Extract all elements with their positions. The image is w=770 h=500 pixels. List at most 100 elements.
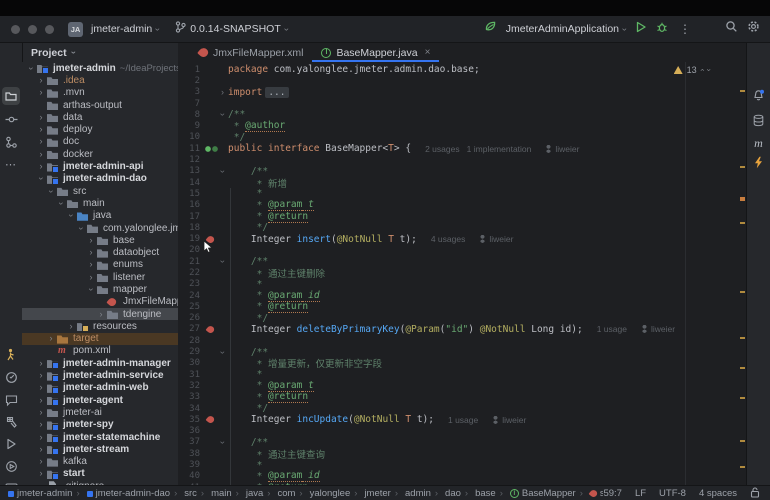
code-line[interactable]: 28 [178, 335, 746, 346]
tree-item[interactable]: jmeter-stream [22, 443, 178, 455]
tree-chevron-icon[interactable] [36, 125, 46, 134]
fold-icon[interactable] [217, 88, 228, 97]
tree-chevron-icon[interactable] [36, 113, 46, 122]
tree-item[interactable]: jmeter-admin-service [22, 369, 178, 381]
code-line[interactable]: 14 * 新增 [178, 177, 746, 188]
search-everywhere-button[interactable] [725, 20, 738, 38]
code-line[interactable]: 23 * [178, 279, 746, 290]
zoom-window-button[interactable] [45, 25, 54, 34]
tree-chevron-icon[interactable] [36, 420, 46, 429]
tree-item[interactable]: .idea [22, 74, 178, 86]
tree-chevron-icon[interactable] [57, 198, 66, 208]
tree-item[interactable]: jmeter-admin-web [22, 382, 178, 394]
tree-item[interactable]: jmeter-admin ~/IdeaProjects/jmeter-ad [22, 62, 178, 74]
commit-tool-icon[interactable] [4, 112, 18, 126]
tree-item[interactable]: jmeter-ai [22, 406, 178, 418]
tree-item[interactable]: start [22, 468, 178, 480]
tree-item[interactable]: com.yalonglee.jmeter.ad [22, 222, 178, 234]
tree-chevron-icon[interactable] [36, 457, 46, 466]
tree-chevron-icon[interactable] [36, 150, 46, 159]
tree-item[interactable]: jmeter-admin-manager [22, 357, 178, 369]
tree-item[interactable]: docker [22, 148, 178, 160]
tree-item[interactable]: java [22, 210, 178, 222]
fold-icon[interactable] [218, 166, 227, 177]
close-window-button[interactable] [11, 25, 20, 34]
tree-item[interactable]: jmeter-admin-dao [22, 173, 178, 185]
profiler-icon[interactable] [4, 370, 18, 384]
fold-icon[interactable] [218, 347, 227, 358]
close-tab-icon[interactable]: × [425, 47, 431, 58]
code-line[interactable]: 1 package com.yalonglee.jmeter.admin.dao… [178, 64, 746, 75]
breadcrumb-item[interactable]: yalonglee [299, 488, 350, 499]
author-inlay-hint[interactable]: liweier [641, 324, 675, 334]
more-actions-button[interactable]: ⋮ [677, 23, 693, 35]
code-line[interactable]: 32 * @param t [178, 380, 746, 391]
tree-item[interactable]: arthas-output [22, 99, 178, 111]
lock-icon[interactable] [750, 487, 760, 500]
tree-chevron-icon[interactable] [86, 248, 96, 257]
code-line[interactable]: 36 [178, 426, 746, 437]
code-line[interactable]: 38 * 通过主键查询 [178, 448, 746, 459]
code-line[interactable]: 7 [178, 98, 746, 109]
code-line[interactable]: 31 * [178, 369, 746, 380]
run-tool-icon[interactable] [4, 437, 18, 451]
breadcrumb-item[interactable]: java [236, 488, 264, 499]
tree-chevron-icon[interactable] [86, 236, 96, 245]
tree-chevron-icon[interactable] [96, 310, 106, 319]
tree-chevron-icon[interactable] [67, 211, 76, 221]
fold-icon[interactable] [218, 109, 227, 120]
code-line[interactable]: 19 Integer insert(@NotNull T t); 4 usage… [178, 233, 746, 244]
code-line[interactable]: 11 public interface BaseMapper<T> { 2 us… [178, 143, 746, 154]
code-line[interactable]: 35 Integer incUpdate(@NotNull T t); 1 us… [178, 414, 746, 425]
tree-chevron-icon[interactable] [36, 88, 46, 97]
code-line[interactable]: 33 * @return [178, 392, 746, 403]
minimize-window-button[interactable] [28, 25, 37, 34]
tree-chevron-icon[interactable] [77, 223, 86, 233]
breadcrumb-item[interactable]: base [465, 488, 496, 499]
tree-chevron-icon[interactable] [86, 273, 96, 282]
tree-item[interactable]: pom.xml [22, 345, 178, 357]
tree-chevron-icon[interactable] [27, 63, 36, 73]
tree-item[interactable]: target [22, 333, 178, 345]
code-line[interactable]: 9 * @author [178, 120, 746, 131]
line-separator[interactable]: LF [635, 488, 646, 499]
breadcrumb-item[interactable]: jmeter-admin [8, 488, 72, 499]
editor-tab[interactable]: BaseMapper.java × [312, 43, 439, 62]
code-line[interactable]: 17 * @return [178, 211, 746, 222]
breadcrumb-item[interactable]: BaseMapper [500, 488, 576, 499]
code-line[interactable]: 16 * @param t [178, 200, 746, 211]
tree-chevron-icon[interactable] [36, 445, 46, 454]
project-tool-window-header[interactable]: Project [22, 43, 178, 62]
code-line[interactable]: 27 Integer deleteByPrimaryKey(@Param("id… [178, 324, 746, 335]
tree-item[interactable]: jmeter-admin-api [22, 160, 178, 172]
code-line[interactable]: 25 * @return [178, 301, 746, 312]
tree-item[interactable]: jmeter-spy [22, 419, 178, 431]
tree-item[interactable]: .mvn [22, 87, 178, 99]
tree-chevron-icon[interactable] [47, 186, 56, 196]
code-line[interactable]: 30 * 增量更新，仅更新非空字段 [178, 358, 746, 369]
breadcrumb-item[interactable]: com [267, 488, 295, 499]
comments-icon[interactable] [4, 393, 18, 407]
tree-item[interactable]: mapper [22, 283, 178, 295]
fold-icon[interactable] [218, 437, 227, 448]
build-icon[interactable] [4, 415, 18, 429]
tree-item[interactable]: jmeter-agent [22, 394, 178, 406]
author-inlay-hint[interactable]: liweier [545, 144, 579, 154]
usages-inlay-hint[interactable]: 2 usages 1 implementation [425, 144, 531, 154]
database-icon[interactable] [751, 113, 766, 128]
vcs-widget[interactable]: 0.0.14-SNAPSHOT [190, 23, 287, 35]
tree-chevron-icon[interactable] [86, 260, 96, 269]
settings-button[interactable] [747, 20, 760, 38]
code-line[interactable]: 8 /** [178, 109, 746, 120]
breadcrumb-item[interactable]: jmeter [354, 488, 391, 499]
code-line[interactable]: 3 import... [178, 87, 746, 98]
code-line[interactable]: 2 [178, 75, 746, 86]
debug-button[interactable] [656, 20, 668, 38]
breadcrumb-item[interactable]: dao [435, 488, 461, 499]
usages-inlay-hint[interactable]: 4 usages [431, 234, 466, 244]
tree-item[interactable]: data [22, 111, 178, 123]
run-button[interactable] [635, 20, 647, 38]
tree-chevron-icon[interactable] [36, 162, 46, 171]
next-problem-icon[interactable] [705, 69, 713, 72]
project-tool-icon[interactable] [2, 87, 20, 105]
